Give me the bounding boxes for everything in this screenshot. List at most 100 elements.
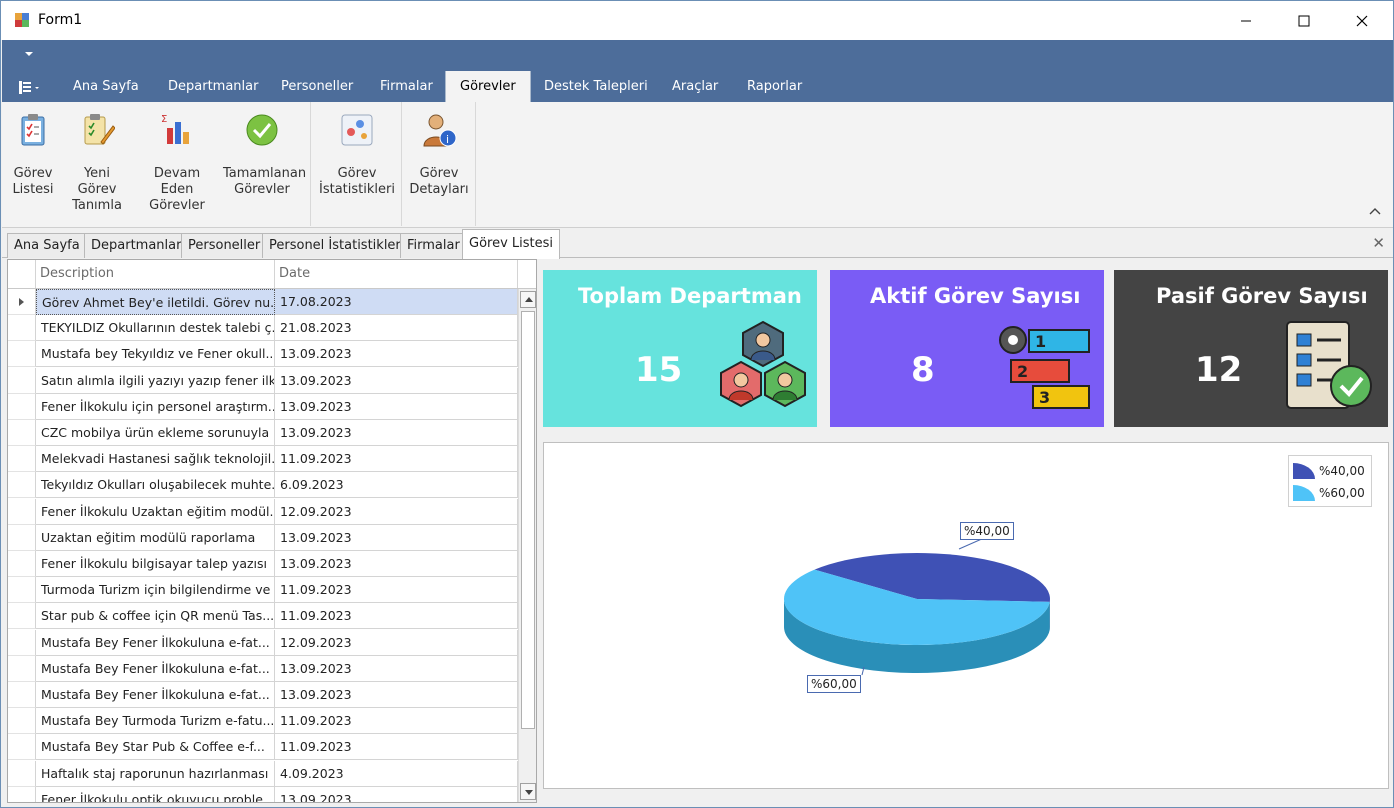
- cell-date[interactable]: 11.09.2023: [275, 577, 518, 604]
- scroll-up-icon[interactable]: [520, 291, 536, 308]
- cell-description[interactable]: Görev Ahmet Bey'e iletildi. Görev nu...: [36, 289, 275, 315]
- table-row[interactable]: Fener İlkokulu bilgisayar talep yazısı 13…: [8, 551, 518, 577]
- close-button[interactable]: [1333, 1, 1391, 40]
- cell-date[interactable]: 13.09.2023: [275, 786, 518, 802]
- cell-description[interactable]: Fener İlkokulu Uzaktan eğitim modül...: [36, 498, 275, 525]
- cell-date[interactable]: 13.09.2023: [275, 524, 518, 551]
- table-row[interactable]: Fener İlkokulu optik okuyucu proble... 13…: [8, 786, 518, 802]
- table-row[interactable]: Mustafa Bey Turmoda Turizm e-fatu... 11.0…: [8, 708, 518, 735]
- table-row[interactable]: Mustafa Bey Star Pub & Coffee e-f... 11.0…: [8, 734, 518, 761]
- table-row[interactable]: Mustafa bey Tekyıldız ve Fener okull... 1…: [8, 341, 518, 368]
- grid-scrollbar[interactable]: [518, 289, 536, 802]
- ribbon-tab-ana-sayfa[interactable]: Ana Sayfa: [59, 71, 153, 102]
- row-selector[interactable]: [8, 341, 36, 368]
- doc-tab-firmalar[interactable]: Firmalar: [400, 233, 467, 258]
- cell-date[interactable]: 13.09.2023: [275, 655, 518, 682]
- cell-description[interactable]: Satın alımla ilgili yazıyı yazıp fener i…: [36, 367, 275, 394]
- cell-description[interactable]: CZC mobilya ürün ekleme sorunuyla ...: [36, 420, 275, 446]
- table-row[interactable]: Tekyıldız Okulları oluşabilecek muhte...…: [8, 472, 518, 499]
- devam-eden-gorevler-button[interactable]: Σ Devam Eden Görevler: [137, 112, 217, 214]
- cell-description[interactable]: Mustafa Bey Star Pub & Coffee e-f...: [36, 734, 275, 761]
- cell-description[interactable]: Mustafa Bey Turmoda Turizm e-fatu...: [36, 708, 275, 735]
- table-row[interactable]: Fener İlkokulu için personel araştırm...…: [8, 393, 518, 420]
- cell-description[interactable]: Melekvadi Hastanesi sağlık teknolojil...: [36, 446, 275, 473]
- cell-date[interactable]: 12.09.2023: [275, 629, 518, 656]
- cell-description[interactable]: Mustafa Bey Fener İlkokuluna e-fat...: [36, 629, 275, 656]
- cell-date[interactable]: 4.09.2023: [275, 760, 518, 787]
- cell-date[interactable]: 13.09.2023: [275, 341, 518, 368]
- table-row[interactable]: Mustafa Bey Fener İlkokuluna e-fat... 13.…: [8, 655, 518, 682]
- cell-description[interactable]: Haftalık staj raporunun hazırlanması: [36, 760, 275, 787]
- table-row[interactable]: Haftalık staj raporunun hazırlanması 4.09…: [8, 760, 518, 787]
- close-document-icon[interactable]: ✕: [1372, 234, 1385, 252]
- cell-date[interactable]: 12.09.2023: [275, 498, 518, 525]
- row-selector[interactable]: [8, 760, 36, 787]
- gorev-listesi-button[interactable]: Görev Listesi: [8, 112, 58, 198]
- row-selector[interactable]: [8, 629, 36, 656]
- cell-description[interactable]: Fener İlkokulu optik okuyucu proble...: [36, 786, 275, 802]
- task-grid[interactable]: Description Date Görev Ahmet Bey'e ileti…: [7, 259, 537, 803]
- row-selector[interactable]: [8, 786, 36, 802]
- table-row[interactable]: Mustafa Bey Fener İlkokuluna e-fat... 12.…: [8, 629, 518, 656]
- row-selector[interactable]: [8, 420, 36, 446]
- row-selector[interactable]: [8, 524, 36, 551]
- ribbon-tab-araclar[interactable]: Araçlar: [658, 71, 732, 102]
- row-selector[interactable]: [8, 577, 36, 604]
- cell-date[interactable]: 11.09.2023: [275, 603, 518, 630]
- cell-date[interactable]: 21.08.2023: [275, 315, 518, 342]
- application-menu-icon[interactable]: [14, 77, 44, 99]
- ribbon-tab-departmanlar[interactable]: Departmanlar: [154, 71, 272, 102]
- table-row[interactable]: Star pub & coffee için QR menü Tas... 11.…: [8, 603, 518, 630]
- gorev-istatistikleri-button[interactable]: Görev İstatistikleri: [317, 112, 397, 198]
- cell-description[interactable]: Mustafa Bey Fener İlkokuluna e-fat...: [36, 682, 275, 708]
- quick-access-dropdown-icon[interactable]: [25, 52, 33, 56]
- cell-description[interactable]: Turmoda Turizm için bilgilendirme ve ...: [36, 577, 275, 604]
- row-selector[interactable]: [8, 603, 36, 630]
- row-selector[interactable]: [8, 315, 36, 342]
- cell-description[interactable]: Star pub & coffee için QR menü Tas...: [36, 603, 275, 630]
- scroll-thumb[interactable]: [521, 311, 535, 729]
- table-row[interactable]: TEKYILDIZ Okullarının destek talebi ç...…: [8, 315, 518, 342]
- table-row[interactable]: Uzaktan eğitim modülü raporlama 13.09.202…: [8, 524, 518, 551]
- column-header-date[interactable]: Date: [275, 260, 518, 288]
- row-selector[interactable]: [8, 708, 36, 735]
- cell-date[interactable]: 11.09.2023: [275, 446, 518, 473]
- row-selector[interactable]: [8, 367, 36, 394]
- ribbon-tab-destek-talepleri[interactable]: Destek Talepleri: [530, 71, 662, 102]
- doc-tab-departmanlar[interactable]: Departmanlar: [84, 233, 189, 258]
- table-row[interactable]: Fener İlkokulu Uzaktan eğitim modül... 12…: [8, 498, 518, 525]
- cell-date[interactable]: 13.09.2023: [275, 420, 518, 446]
- cell-description[interactable]: Fener İlkokulu bilgisayar talep yazısı: [36, 551, 275, 577]
- maximize-button[interactable]: [1275, 1, 1333, 40]
- gorev-detaylari-button[interactable]: i Görev Detayları: [407, 112, 471, 198]
- ribbon-tab-personeller[interactable]: Personeller: [267, 71, 367, 102]
- cell-description[interactable]: Tekyıldız Okulları oluşabilecek muhte...: [36, 472, 275, 499]
- scroll-down-icon[interactable]: [520, 783, 536, 800]
- minimize-button[interactable]: [1217, 1, 1275, 40]
- ribbon-tab-gorevler[interactable]: Görevler: [445, 71, 531, 102]
- row-selector[interactable]: [8, 289, 36, 315]
- cell-date[interactable]: 13.09.2023: [275, 551, 518, 577]
- tamamlanan-gorevler-button[interactable]: Tamamlanan Görevler: [223, 112, 306, 198]
- row-selector[interactable]: [8, 682, 36, 708]
- cell-description[interactable]: Uzaktan eğitim modülü raporlama: [36, 524, 275, 551]
- yeni-gorev-tanimla-button[interactable]: Yeni Görev Tanımla: [63, 112, 131, 214]
- cell-date[interactable]: 13.09.2023: [275, 682, 518, 708]
- cell-date[interactable]: 6.09.2023: [275, 472, 518, 499]
- ribbon-collapse-icon[interactable]: [1369, 204, 1381, 218]
- ribbon-tab-firmalar[interactable]: Firmalar: [366, 71, 447, 102]
- doc-tab-personel-istatistikleri[interactable]: Personel İstatistikleri: [262, 233, 412, 258]
- cell-date[interactable]: 11.09.2023: [275, 734, 518, 761]
- table-row[interactable]: Mustafa Bey Fener İlkokuluna e-fat... 13.…: [8, 682, 518, 708]
- row-selector[interactable]: [8, 551, 36, 577]
- table-row[interactable]: Satın alımla ilgili yazıyı yazıp fener i…: [8, 367, 518, 394]
- row-selector[interactable]: [8, 498, 36, 525]
- cell-description[interactable]: TEKYILDIZ Okullarının destek talebi ç...: [36, 315, 275, 342]
- row-selector[interactable]: [8, 655, 36, 682]
- cell-description[interactable]: Fener İlkokulu için personel araştırm...: [36, 393, 275, 420]
- ribbon-tab-raporlar[interactable]: Raporlar: [733, 71, 816, 102]
- doc-tab-personeller[interactable]: Personeller: [181, 233, 268, 258]
- row-selector[interactable]: [8, 472, 36, 499]
- column-header-description[interactable]: Description: [36, 260, 275, 288]
- cell-description[interactable]: Mustafa bey Tekyıldız ve Fener okull...: [36, 341, 275, 368]
